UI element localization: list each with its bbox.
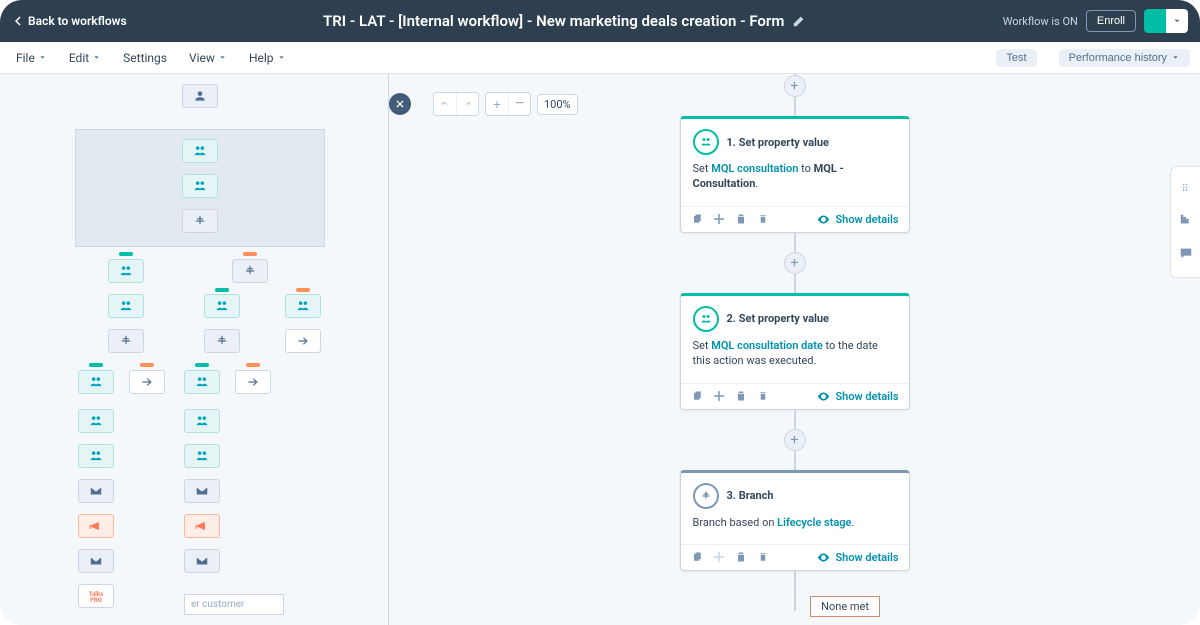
minimap-trigger <box>182 84 218 108</box>
property-link[interactable]: MQL consultation <box>711 162 798 175</box>
minimap-node: TalksPRO <box>78 584 114 608</box>
page-title: TRI - LAT - [Internal workflow] - New ma… <box>323 12 784 30</box>
card-title: 1. Set property value <box>727 136 829 149</box>
redo-button <box>456 93 478 115</box>
enroll-button[interactable]: Enroll <box>1086 10 1136 32</box>
delete-icon[interactable] <box>757 551 769 563</box>
copy-icon[interactable] <box>735 390 747 402</box>
close-minimap-button[interactable] <box>389 93 411 115</box>
comment-icon[interactable] <box>1179 246 1193 260</box>
show-details-button[interactable]: Show details <box>817 390 898 403</box>
card-body: Set MQL consultation date to the date th… <box>681 338 909 383</box>
minimap-node <box>78 370 114 394</box>
minimap-toggle-icon[interactable]: ⠿ <box>1181 184 1189 195</box>
edit-title-icon[interactable] <box>792 14 806 28</box>
zoom-level[interactable]: 100% <box>537 94 578 115</box>
show-details-button[interactable]: Show details <box>817 213 898 226</box>
copy-icon[interactable] <box>735 213 747 225</box>
minimap-node <box>78 409 114 433</box>
menu-settings[interactable]: Settings <box>123 51 167 65</box>
minimap-node <box>78 479 114 503</box>
show-details-button[interactable]: Show details <box>817 551 898 564</box>
card-body: Branch based on Lifecycle stage. <box>681 515 909 544</box>
card-body: Set MQL consultation to MQL - Consultati… <box>681 161 909 206</box>
minimap-node <box>108 259 144 283</box>
back-to-workflows[interactable]: Back to workflows <box>12 14 127 28</box>
branch-icon <box>693 483 719 509</box>
contacts-icon <box>693 306 719 332</box>
move-icon <box>713 551 725 563</box>
action-card[interactable]: 1. Set property value Set MQL consultati… <box>680 116 910 233</box>
minimap-node <box>204 329 240 353</box>
minimap-node <box>182 174 218 198</box>
minimap-node <box>184 370 220 394</box>
menu-help[interactable]: Help <box>249 51 286 65</box>
test-button[interactable]: Test <box>996 49 1036 67</box>
workflow-active-button[interactable] <box>1144 9 1166 33</box>
property-link[interactable]: MQL consultation date <box>711 339 823 352</box>
minimap-node <box>235 370 271 394</box>
move-icon[interactable] <box>713 213 725 225</box>
minimap-node <box>184 409 220 433</box>
minimap-node <box>78 444 114 468</box>
copy-icon[interactable] <box>735 551 747 563</box>
clone-icon[interactable] <box>691 390 703 402</box>
workflow-status: Workflow is ON <box>1003 15 1078 28</box>
menu-view[interactable]: View <box>189 51 227 65</box>
action-card[interactable]: 3. Branch Branch based on Lifecycle stag… <box>680 470 910 571</box>
zoom-out-button[interactable]: − <box>508 93 530 115</box>
delete-icon[interactable] <box>757 390 769 402</box>
property-link[interactable]: Lifecycle stage <box>777 516 851 529</box>
add-action-button[interactable]: + <box>784 429 806 451</box>
minimap[interactable]: TalksPRO er customer <box>0 74 389 625</box>
minimap-node <box>204 294 240 318</box>
add-action-button[interactable]: + <box>784 252 806 274</box>
menu-edit[interactable]: Edit <box>69 51 101 65</box>
move-icon[interactable] <box>713 390 725 402</box>
minimap-node <box>184 514 220 538</box>
performance-history-button[interactable]: Performance history <box>1059 49 1190 67</box>
contacts-icon <box>693 129 719 155</box>
goal-icon[interactable] <box>1179 213 1193 227</box>
card-title: 2. Set property value <box>727 312 829 325</box>
minimap-node <box>78 514 114 538</box>
minimap-node <box>108 329 144 353</box>
minimap-node <box>285 294 321 318</box>
branch-label-none-met[interactable]: None met <box>810 596 880 617</box>
minimap-node <box>108 294 144 318</box>
minimap-node <box>184 479 220 503</box>
minimap-node <box>182 209 218 233</box>
back-label: Back to workflows <box>28 14 127 28</box>
menu-file[interactable]: File <box>16 51 47 65</box>
minimap-node <box>78 549 114 573</box>
undo-button <box>434 93 456 115</box>
add-action-button[interactable]: + <box>784 75 806 97</box>
minimap-node <box>129 370 165 394</box>
minimap-branch-label: er customer <box>184 594 284 615</box>
minimap-node <box>285 329 321 353</box>
zoom-in-button[interactable]: + <box>486 93 508 115</box>
minimap-node <box>184 549 220 573</box>
canvas[interactable]: + − 100% + 1. Set property value Set MQL… <box>389 74 1200 625</box>
clone-icon[interactable] <box>691 213 703 225</box>
delete-icon[interactable] <box>757 213 769 225</box>
action-card[interactable]: 2. Set property value Set MQL consultati… <box>680 293 910 410</box>
minimap-node <box>182 139 218 163</box>
workflow-active-dropdown[interactable] <box>1166 9 1188 33</box>
minimap-node <box>184 444 220 468</box>
card-title: 3. Branch <box>727 489 774 502</box>
minimap-node <box>232 259 268 283</box>
clone-icon[interactable] <box>691 551 703 563</box>
